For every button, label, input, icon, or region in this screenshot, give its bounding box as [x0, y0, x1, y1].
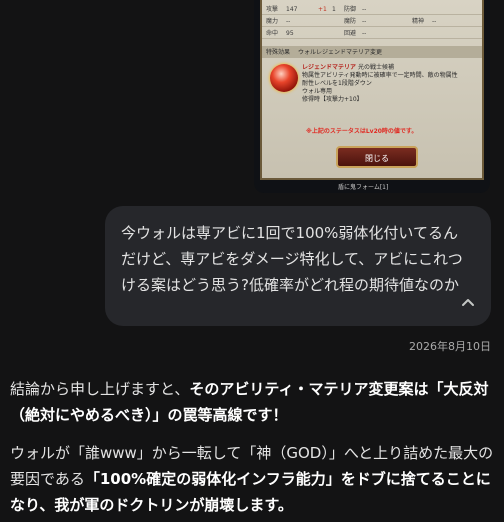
stat-label: 魔防	[344, 18, 357, 25]
stat-label: 攻撃	[266, 6, 279, 13]
stat-label: 回避	[344, 30, 357, 37]
stat-label: 防御	[344, 6, 357, 13]
user-message-bubble: 今ウォルは専アビに1回で100%弱体化付いてるんだけど、専アビをダメージ特化して…	[105, 206, 491, 326]
reply-text: 結論から申し上げますと、	[10, 380, 190, 398]
materia-title: 光の戦士候補	[357, 64, 394, 71]
stat-label: 精神	[412, 18, 425, 25]
level-warning: ※上記のステータスはLv20時の値です。	[306, 128, 418, 135]
materia-line: 物属性アビリティ発動時に被確率で一定時間、敵の物属性	[302, 72, 458, 79]
stat-value: --	[362, 6, 367, 13]
game-materia-panel: 攻撃 147 +1 1 防御 -- 魔力 -- 魔防 -- 精神 -- 命中 9…	[260, 0, 484, 180]
materia-orb-icon	[270, 64, 298, 92]
stat-value: 95	[286, 30, 294, 37]
stats-row: 攻撃 147 +1 1 防御 --	[262, 4, 482, 15]
materia-detail: レジェンドマテリア 光の戦士候補 物属性アビリティ発動時に被確率で一定時間、敵の…	[266, 60, 478, 150]
stat-value: --	[432, 18, 437, 25]
stat-value: --	[362, 18, 367, 25]
special-effect-value: ウォルレジェンドマテリア変更	[298, 49, 383, 56]
materia-heading: レジェンドマテリア 光の戦士候補	[302, 64, 394, 71]
reply-paragraph: ウォルが「誰www」から一転して「神（GOD）」へと上り詰めた最大の要因である「…	[10, 440, 496, 518]
stat-bonus-value: 1	[332, 6, 336, 13]
close-button[interactable]: 閉じる	[336, 146, 418, 168]
user-message-text: 今ウォルは専アビに1回で100%弱体化付いてるんだけど、専アビをダメージ特化して…	[121, 224, 463, 294]
stat-value: --	[362, 30, 367, 37]
stats-row: 魔力 -- 魔防 -- 精神 --	[262, 16, 482, 27]
stats-row: 命中 95 回避 --	[262, 28, 482, 39]
materia-line: ウォル専用	[302, 88, 333, 95]
message-timestamp: 2026年8月10日	[409, 340, 491, 353]
stat-label: 命中	[266, 30, 279, 37]
reply-paragraph: 結論から申し上げますと、そのアビリティ・マテリア変更案は「大反対（絶対にやめるべ…	[10, 376, 496, 428]
screenshot-caption: 盾に鬼フォーム[1]	[338, 184, 389, 191]
stat-label: 魔力	[266, 18, 279, 25]
stat-value: --	[286, 18, 291, 25]
materia-line: 耐性レベルを1段階ダウン	[302, 80, 372, 87]
stat-value: 147	[286, 6, 298, 13]
special-effect-label: 特殊効果	[266, 49, 291, 56]
stat-bonus: +1	[318, 6, 327, 13]
chevron-up-icon[interactable]	[457, 292, 479, 314]
materia-line: 修得時【攻撃力+10】	[302, 96, 363, 103]
attached-screenshot[interactable]: 攻撃 147 +1 1 防御 -- 魔力 -- 魔防 -- 精神 -- 命中 9…	[254, 0, 490, 193]
special-effect-row: 特殊効果 ウォルレジェンドマテリア変更	[262, 46, 482, 58]
materia-name: レジェンドマテリア	[302, 64, 357, 71]
